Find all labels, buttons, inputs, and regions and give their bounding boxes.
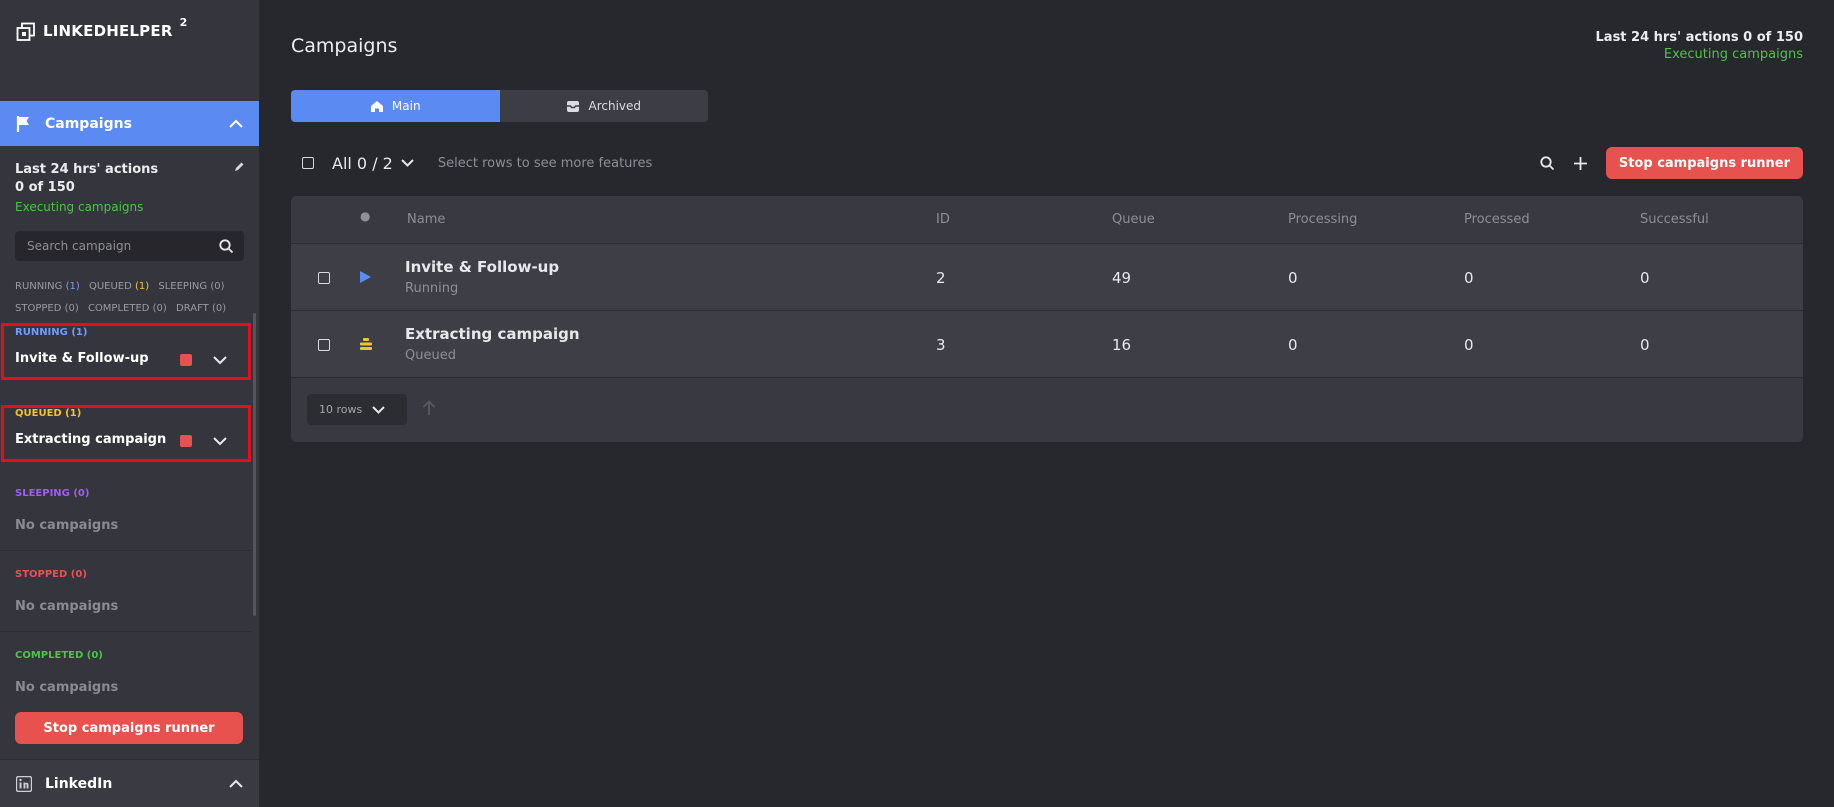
cell-processing: 0 bbox=[1288, 336, 1298, 354]
row-checkbox[interactable] bbox=[318, 339, 330, 351]
page-title: Campaigns bbox=[291, 35, 398, 57]
tab-main[interactable]: Main bbox=[291, 90, 500, 122]
stop-campaigns-runner-button[interactable]: Stop campaigns runner bbox=[1605, 147, 1803, 179]
selection-hint: Select rows to see more features bbox=[437, 155, 653, 171]
edit-pencil-icon[interactable] bbox=[233, 161, 245, 173]
sidebar-section-linkedin[interactable]: LinkedIn bbox=[0, 759, 259, 807]
empty-text: No campaigns bbox=[15, 680, 119, 695]
cell-id: 2 bbox=[936, 269, 946, 287]
stats-status: Executing campaigns bbox=[15, 200, 144, 214]
chevron-down-icon bbox=[372, 405, 385, 414]
column-header-processing[interactable]: Processing bbox=[1288, 212, 1357, 227]
column-header-successful[interactable]: Successful bbox=[1640, 212, 1709, 227]
cell-queue: 49 bbox=[1112, 269, 1132, 287]
campaign-name[interactable]: Invite & Follow-up bbox=[405, 258, 559, 276]
selection-dropdown[interactable]: All 0 / 2 bbox=[332, 154, 414, 173]
campaign-search[interactable] bbox=[15, 231, 244, 261]
highlight-box bbox=[1, 323, 251, 380]
sidebar-section-label: LinkedIn bbox=[45, 775, 113, 792]
column-header-name[interactable]: Name bbox=[407, 212, 445, 227]
linkedhelper-logo-icon bbox=[16, 22, 35, 41]
table-header: ● Name ID Queue Processing Processed Suc… bbox=[291, 196, 1803, 244]
status-column-header[interactable]: ● bbox=[360, 209, 370, 223]
table-toolbar: All 0 / 2 Select rows to see more featur… bbox=[291, 147, 1803, 179]
top-stats: Last 24 hrs' actions 0 of 150 Executing … bbox=[1596, 30, 1803, 62]
group-sleeping: SLEEPING (0) No campaigns bbox=[0, 485, 252, 551]
linkedin-icon bbox=[16, 775, 32, 792]
group-completed: COMPLETED (0) No campaigns bbox=[0, 647, 252, 703]
search-icon[interactable] bbox=[219, 238, 234, 254]
group-title: COMPLETED (0) bbox=[15, 650, 103, 661]
filter-draft[interactable]: DRAFT (0) bbox=[176, 303, 226, 314]
archive-icon bbox=[567, 100, 580, 112]
cell-processed: 0 bbox=[1464, 336, 1474, 354]
sidebar-section-label: Campaigns bbox=[45, 115, 132, 132]
cell-successful: 0 bbox=[1640, 336, 1650, 354]
chevron-down-icon bbox=[401, 159, 414, 167]
status-filters: RUNNING (1) QUEUED (1) SLEEPING (0) STOP… bbox=[15, 276, 250, 320]
group-stopped: STOPPED (0) No campaigns bbox=[0, 566, 252, 632]
tab-archived[interactable]: Archived bbox=[500, 90, 709, 122]
sidebar-section-campaigns[interactable]: Campaigns bbox=[0, 101, 259, 146]
column-header-processed[interactable]: Processed bbox=[1464, 212, 1530, 227]
cell-queue: 16 bbox=[1112, 336, 1132, 354]
search-icon[interactable] bbox=[1540, 155, 1555, 171]
empty-text: No campaigns bbox=[15, 518, 119, 533]
filter-completed[interactable]: COMPLETED (0) bbox=[88, 303, 167, 314]
rows-per-page-select[interactable]: 10 rows bbox=[307, 394, 407, 425]
row-checkbox[interactable] bbox=[318, 272, 330, 284]
logo-version: 2 bbox=[179, 16, 188, 29]
cell-successful: 0 bbox=[1640, 269, 1650, 287]
campaign-status: Running bbox=[405, 281, 459, 296]
filter-stopped[interactable]: STOPPED (0) bbox=[15, 303, 79, 314]
empty-text: No campaigns bbox=[15, 599, 119, 614]
home-icon bbox=[370, 100, 383, 112]
sidebar-stats: Last 24 hrs' actions 0 of 150 Executing … bbox=[15, 161, 245, 214]
group-title: SLEEPING (0) bbox=[15, 488, 90, 499]
executing-status: Executing campaigns bbox=[1663, 47, 1803, 62]
filter-running[interactable]: RUNNING (1) bbox=[15, 281, 80, 292]
column-header-queue[interactable]: Queue bbox=[1112, 212, 1155, 227]
campaign-search-input[interactable] bbox=[27, 239, 219, 253]
table-row[interactable]: Extracting campaign Queued 3 16 0 0 0 bbox=[291, 311, 1803, 378]
highlight-box bbox=[1, 405, 251, 462]
group-title: STOPPED (0) bbox=[15, 569, 87, 580]
campaign-status: Queued bbox=[405, 348, 456, 363]
campaigns-table: ● Name ID Queue Processing Processed Suc… bbox=[291, 196, 1803, 442]
stop-campaigns-runner-button[interactable]: Stop campaigns runner bbox=[15, 712, 243, 744]
app-logo[interactable]: LINKEDHELPER 2 bbox=[16, 16, 187, 42]
table-row[interactable]: Invite & Follow-up Running 2 49 0 0 0 bbox=[291, 244, 1803, 311]
logo-text: LINKEDHELPER bbox=[43, 22, 173, 40]
flag-icon bbox=[16, 115, 29, 132]
sidebar-scrollbar[interactable] bbox=[253, 313, 256, 616]
play-icon bbox=[360, 271, 371, 283]
filter-queued[interactable]: QUEUED (1) bbox=[89, 281, 149, 292]
select-all-checkbox[interactable] bbox=[302, 157, 314, 169]
cell-processed: 0 bbox=[1464, 269, 1474, 287]
stats-title: Last 24 hrs' actions 0 of 150 bbox=[15, 162, 159, 195]
sidebar: LINKEDHELPER 2 Campaigns Last 24 hrs' ac… bbox=[0, 0, 259, 807]
cell-processing: 0 bbox=[1288, 269, 1298, 287]
add-icon[interactable] bbox=[1573, 156, 1588, 171]
chevron-up-icon[interactable] bbox=[229, 779, 243, 788]
column-header-id[interactable]: ID bbox=[936, 212, 950, 227]
arrow-up-icon[interactable] bbox=[422, 400, 436, 416]
filter-sleeping[interactable]: SLEEPING (0) bbox=[158, 281, 224, 292]
cell-id: 3 bbox=[936, 336, 946, 354]
campaign-name[interactable]: Extracting campaign bbox=[405, 325, 580, 343]
queue-stack-icon bbox=[360, 338, 372, 350]
tabs: Main Archived bbox=[291, 90, 708, 122]
actions-counter: Last 24 hrs' actions 0 of 150 bbox=[1595, 30, 1803, 45]
chevron-up-icon[interactable] bbox=[229, 119, 243, 128]
